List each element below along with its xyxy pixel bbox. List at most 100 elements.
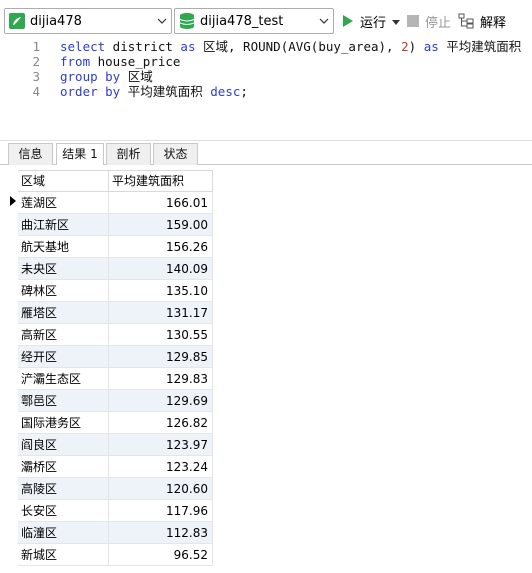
run-label: 运行: [360, 15, 387, 31]
table-row[interactable]: 临潼区 112.83: [18, 522, 213, 544]
stop-button[interactable]: 停止: [407, 10, 451, 32]
cell-district[interactable]: 阎良区: [18, 434, 109, 456]
sql-keyword: as: [423, 39, 439, 54]
cell-district[interactable]: 高新区: [18, 324, 109, 346]
code-text: from house_price: [60, 54, 180, 69]
sql-text: house_price: [90, 54, 181, 69]
table-row[interactable]: 曲江新区 159.00: [18, 214, 213, 236]
sql-number: 2: [401, 39, 409, 54]
table-row[interactable]: 碑林区 135.10: [18, 280, 213, 302]
cell-avg-area[interactable]: 131.17: [109, 302, 213, 324]
cell-avg-area[interactable]: 129.83: [109, 368, 213, 390]
table-row[interactable]: 雁塔区 131.17: [18, 302, 213, 324]
table-row[interactable]: 高陵区 120.60: [18, 478, 213, 500]
cell-avg-area[interactable]: 166.01: [109, 192, 213, 214]
stop-icon: [407, 15, 419, 27]
cell-district[interactable]: 临潼区: [18, 522, 109, 544]
connection-select[interactable]: dijia478: [4, 8, 172, 34]
table-row[interactable]: 经开区 129.85: [18, 346, 213, 368]
cell-avg-area[interactable]: 112.83: [109, 522, 213, 544]
code-text: select district as 区域, ROUND(AVG(buy_are…: [60, 39, 521, 54]
cell-avg-area[interactable]: 159.00: [109, 214, 213, 236]
connection-value: dijia478: [30, 13, 82, 29]
tab-info[interactable]: 信息: [8, 143, 53, 165]
sql-keyword: from: [60, 54, 91, 69]
result-grid[interactable]: 区域 平均建筑面积 莲湖区 166.01 曲江新区 159.00 航天基地 156.26 未…: [0, 165, 532, 573]
toolbar: dijia478 dijia478_test 运行 停止 解释: [0, 0, 532, 36]
cell-district[interactable]: 未央区: [18, 258, 109, 280]
table-row[interactable]: 国际港务区 126.82: [18, 412, 213, 434]
database-select[interactable]: dijia478_test: [174, 8, 334, 34]
cell-district[interactable]: 灞桥区: [18, 456, 109, 478]
cell-district[interactable]: 浐灞生态区: [18, 368, 109, 390]
cell-avg-area[interactable]: 120.60: [109, 478, 213, 500]
cell-district[interactable]: 雁塔区: [18, 302, 109, 324]
line-number: 2: [32, 54, 40, 69]
database-value: dijia478_test: [200, 13, 284, 29]
stop-label: 停止: [425, 15, 452, 31]
table-row[interactable]: 浐灞生态区 129.83: [18, 368, 213, 390]
table-row[interactable]: 鄠邑区 129.69: [18, 390, 213, 412]
cell-district[interactable]: 经开区: [18, 346, 109, 368]
table-row[interactable]: 航天基地 156.26: [18, 236, 213, 258]
sql-text: ;: [240, 84, 248, 99]
connection-icon: [8, 12, 26, 30]
line-number: 4: [32, 84, 40, 99]
table-row[interactable]: 莲湖区 166.01: [18, 192, 213, 214]
cell-district[interactable]: 航天基地: [18, 236, 109, 258]
run-button[interactable]: 运行: [342, 10, 386, 32]
tab-status[interactable]: 状态: [153, 143, 198, 165]
tab-result-1[interactable]: 结果 1: [56, 143, 104, 166]
sql-editor[interactable]: 1 select district as 区域, ROUND(AVG(buy_ar…: [0, 36, 532, 140]
table-row[interactable]: 长安区 117.96: [18, 500, 213, 522]
table-row[interactable]: 阎良区 123.97: [18, 434, 213, 456]
cell-district[interactable]: 长安区: [18, 500, 109, 522]
sql-text: 平均建筑面积: [120, 84, 211, 99]
run-options-button[interactable]: [392, 10, 400, 32]
explain-icon: [458, 13, 474, 29]
cell-avg-area[interactable]: 135.10: [109, 280, 213, 302]
cell-district[interactable]: 新城区: [18, 544, 109, 566]
sql-text: district: [105, 39, 181, 54]
line-number: 3: [32, 69, 40, 84]
cell-district[interactable]: 国际港务区: [18, 412, 109, 434]
sql-text: 平均建筑面积: [438, 39, 522, 54]
cell-avg-area[interactable]: 129.69: [109, 390, 213, 412]
grid-header: 区域 平均建筑面积: [18, 170, 213, 192]
cell-avg-area[interactable]: 130.55: [109, 324, 213, 346]
cell-avg-area[interactable]: 96.52: [109, 544, 213, 566]
cell-avg-area[interactable]: 156.26: [109, 236, 213, 258]
sql-keyword: order by: [60, 84, 121, 99]
database-icon: [178, 12, 196, 30]
cell-avg-area[interactable]: 123.97: [109, 434, 213, 456]
sql-keyword: select: [60, 39, 106, 54]
table-row[interactable]: 新城区 96.52: [18, 544, 213, 566]
code-text: group by 区域: [60, 69, 153, 84]
sql-keyword: as: [180, 39, 196, 54]
cell-avg-area[interactable]: 123.24: [109, 456, 213, 478]
cell-district[interactable]: 鄠邑区: [18, 390, 109, 412]
cell-avg-area[interactable]: 117.96: [109, 500, 213, 522]
column-header-avg-area[interactable]: 平均建筑面积: [109, 171, 213, 192]
table-row[interactable]: 灞桥区 123.24: [18, 456, 213, 478]
tab-profile[interactable]: 剖析: [106, 143, 151, 165]
cell-avg-area[interactable]: 129.85: [109, 346, 213, 368]
sql-keyword: group by: [60, 69, 121, 84]
cell-avg-area[interactable]: 126.82: [109, 412, 213, 434]
cell-district[interactable]: 碑林区: [18, 280, 109, 302]
chevron-down-icon: [315, 9, 333, 33]
table-row[interactable]: 未央区 140.09: [18, 258, 213, 280]
sql-text: ): [408, 39, 424, 54]
table-row[interactable]: 高新区 130.55: [18, 324, 213, 346]
column-header-district[interactable]: 区域: [18, 171, 109, 192]
play-icon: [342, 14, 354, 28]
cell-district[interactable]: 曲江新区: [18, 214, 109, 236]
code-text: order by 平均建筑面积 desc;: [60, 84, 248, 99]
sql-text: 区域, ROUND(AVG(buy_area),: [195, 39, 402, 54]
cell-district[interactable]: 莲湖区: [18, 192, 109, 214]
cell-district[interactable]: 高陵区: [18, 478, 109, 500]
result-tabs: 信息 结果 1 剖析 状态: [0, 141, 532, 166]
explain-button[interactable]: 解释: [458, 10, 506, 32]
current-row-indicator-icon: [10, 196, 16, 206]
cell-avg-area[interactable]: 140.09: [109, 258, 213, 280]
